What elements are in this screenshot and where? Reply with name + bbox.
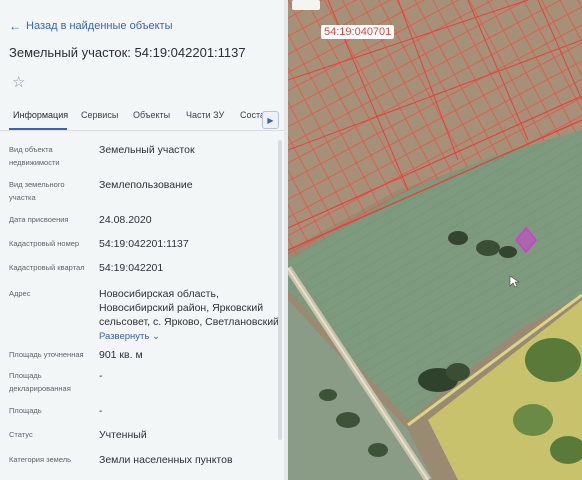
field-label: Площадь уточненная bbox=[9, 350, 84, 359]
satellite-map bbox=[288, 0, 582, 480]
map-view[interactable]: 54:19:040701 bbox=[288, 0, 582, 480]
info-panel: ← Назад в найденные объекты Земельный уч… bbox=[0, 0, 284, 480]
field-value: Новосибирская область, Новосибирский рай… bbox=[99, 288, 279, 328]
back-link[interactable]: ← Назад в найденные объекты bbox=[9, 20, 173, 32]
field-label: Категория земель bbox=[9, 455, 72, 464]
scrollbar[interactable] bbox=[278, 140, 282, 440]
field-value: 24.08.2020 bbox=[99, 214, 152, 226]
expand-link[interactable]: Развернуть ⌄ bbox=[99, 331, 160, 342]
field-value: 54:19:042201:1137 bbox=[99, 238, 189, 250]
field-label: Площадь декларированная bbox=[9, 371, 71, 393]
field-label: Кадастровый квартал bbox=[9, 263, 85, 272]
field-label: Дата присвоения bbox=[9, 215, 69, 224]
page-title: Земельный участок: 54:19:042201:1137 bbox=[9, 45, 246, 60]
field-label: Площадь bbox=[9, 406, 42, 415]
chevron-down-icon: ⌄ bbox=[152, 331, 160, 342]
tab-info[interactable]: Информация bbox=[13, 110, 68, 120]
field-label: Вид земельного участка bbox=[9, 180, 65, 202]
field-label: Кадастровый номер bbox=[9, 239, 80, 248]
field-label: Вид объекта недвижимости bbox=[9, 145, 60, 167]
tab-services[interactable]: Сервисы bbox=[81, 110, 118, 120]
field-value: 901 кв. м bbox=[99, 349, 143, 361]
field-value: 54:19:042201 bbox=[99, 262, 164, 274]
field-value: Учтенный bbox=[99, 429, 147, 441]
tab-objects[interactable]: Объекты bbox=[133, 110, 170, 120]
tab-bar: Информация Сервисы Объекты Части ЗУ Сост… bbox=[0, 106, 284, 131]
field-label: Статус bbox=[9, 430, 33, 439]
quarter-label[interactable]: 54:19:040701 bbox=[321, 25, 395, 39]
field-value: Землепользование bbox=[99, 179, 193, 191]
field-value: Земли населенных пунктов bbox=[99, 454, 233, 466]
star-icon[interactable]: ☆ bbox=[12, 73, 25, 91]
chevron-right-icon[interactable]: ▶ bbox=[262, 111, 279, 129]
field-label: Адрес bbox=[9, 289, 31, 298]
arrow-left-icon: ← bbox=[9, 19, 21, 33]
field-value: - bbox=[99, 370, 103, 382]
back-link-label: Назад в найденные объекты bbox=[26, 20, 173, 32]
field-value: - bbox=[99, 405, 103, 417]
address-value: Новосибирская область, Новосибирский рай… bbox=[99, 287, 279, 344]
field-value: Земельный участок bbox=[99, 144, 195, 156]
active-tab-indicator bbox=[9, 128, 67, 130]
expand-label: Развернуть bbox=[99, 331, 150, 342]
tab-parts[interactable]: Части ЗУ bbox=[186, 110, 224, 120]
